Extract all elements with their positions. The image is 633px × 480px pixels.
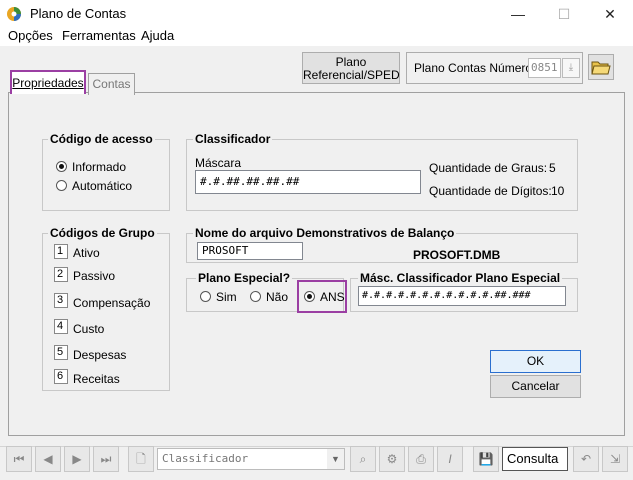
plano-button-line2: Referencial/SPED (303, 68, 400, 82)
grupo-num-5[interactable]: 5 (54, 345, 68, 360)
download-arrow-icon[interactable]: ⤓ (562, 58, 580, 78)
label-ans: ANS (320, 290, 345, 304)
mascara-label: Máscara (195, 156, 242, 170)
new-document-icon[interactable]: 🗋 (128, 446, 154, 472)
grupo-label-6: Receitas (73, 372, 120, 386)
open-folder-button[interactable] (588, 54, 614, 80)
grupo-label-2: Passivo (73, 269, 116, 283)
plano-numero-input[interactable]: 0851 (528, 58, 561, 78)
grupo-num-2[interactable]: 2 (54, 267, 68, 282)
label-sim: Sim (216, 290, 237, 304)
undo-icon[interactable]: ↶ (573, 446, 599, 472)
maximize-button[interactable]: ☐ (541, 0, 587, 28)
tab-propriedades[interactable]: Propriedades (10, 70, 86, 94)
digitos-value: 10 (551, 184, 565, 198)
title-bar: Plano de Contas — ☐ ✕ (0, 0, 633, 28)
mode-status: Consulta (502, 447, 568, 471)
grupo-num-1[interactable]: 1 (54, 244, 68, 259)
radio-informado[interactable] (56, 161, 67, 172)
close-button[interactable]: ✕ (587, 0, 633, 28)
app-icon (7, 7, 21, 21)
filter-tool-icon[interactable]: ⚙ (379, 446, 405, 472)
codigo-acesso-title: Código de acesso (48, 132, 155, 146)
demonstrativos-file: PROSOFT.DMB (413, 248, 501, 262)
cancel-button[interactable]: Cancelar (490, 375, 581, 398)
demonstrativos-input[interactable]: PROSOFT (197, 242, 303, 260)
chevron-down-icon[interactable]: ▼ (327, 449, 344, 469)
plano-referencial-button[interactable]: Plano Referencial/SPED (302, 52, 400, 84)
grupo-num-3[interactable]: 3 (54, 293, 68, 308)
window-title: Plano de Contas (30, 6, 127, 21)
demonstrativos-title: Nome do arquivo Demonstrativos de Balanç… (193, 226, 457, 240)
plano-numero-label: Plano Contas Número (414, 61, 533, 75)
grupo-num-4[interactable]: 4 (54, 319, 68, 334)
ok-button[interactable]: OK (490, 350, 581, 373)
radio-ans[interactable] (304, 291, 315, 302)
label-automatico: Automático (72, 179, 133, 193)
folder-open-icon (591, 61, 611, 75)
menu-opcoes[interactable]: Opções (6, 28, 55, 46)
tab-contas[interactable]: Contas (88, 73, 135, 95)
radio-nao[interactable] (250, 291, 261, 302)
search-tool-icon[interactable]: ⌕ (350, 446, 376, 472)
last-record-icon[interactable]: ⏭ (93, 446, 119, 472)
print-icon[interactable]: ⎙ (408, 446, 434, 472)
minimize-button[interactable]: — (495, 0, 541, 28)
save-icon[interactable]: 💾 (473, 446, 499, 472)
digitos-label: Quantidade de Dígitos: (429, 184, 552, 198)
menu-bar: Opções Ferramentas Ajuda (0, 28, 633, 46)
italic-edit-icon[interactable]: I (437, 446, 463, 472)
label-informado: Informado (72, 160, 127, 174)
previous-record-icon[interactable]: ◀ (35, 446, 61, 472)
exit-icon[interactable]: ⇲ (602, 446, 628, 472)
first-record-icon[interactable]: ⏮ (6, 446, 32, 472)
grupo-label-5: Despesas (73, 348, 127, 362)
plano-especial-title: Plano Especial? (196, 271, 293, 285)
mascara-input[interactable]: #.#.##.##.##.## (195, 170, 421, 194)
next-record-icon[interactable]: ▶ (64, 446, 90, 472)
grupo-label-1: Ativo (73, 246, 100, 260)
classificador-combo[interactable]: Classificador (157, 448, 345, 470)
menu-ajuda[interactable]: Ajuda (139, 28, 176, 46)
graus-label: Quantidade de Graus: (429, 161, 548, 175)
grupo-label-3: Compensação (73, 296, 151, 310)
grupo-label-4: Custo (73, 322, 105, 336)
codigo-acesso-group (42, 139, 170, 211)
masc-especial-input[interactable]: #.#.#.#.#.#.#.#.#.#.#.##.### (358, 286, 566, 306)
menu-ferramentas[interactable]: Ferramentas (60, 28, 138, 46)
graus-value: 5 (549, 161, 556, 175)
label-nao: Não (266, 290, 289, 304)
classificador-title: Classificador (193, 132, 273, 146)
radio-automatico[interactable] (56, 180, 67, 191)
grupo-num-6[interactable]: 6 (54, 369, 68, 384)
codigos-grupo-title: Códigos de Grupo (48, 226, 157, 240)
masc-especial-title: Másc. Classificador Plano Especial (358, 271, 563, 285)
radio-sim[interactable] (200, 291, 211, 302)
